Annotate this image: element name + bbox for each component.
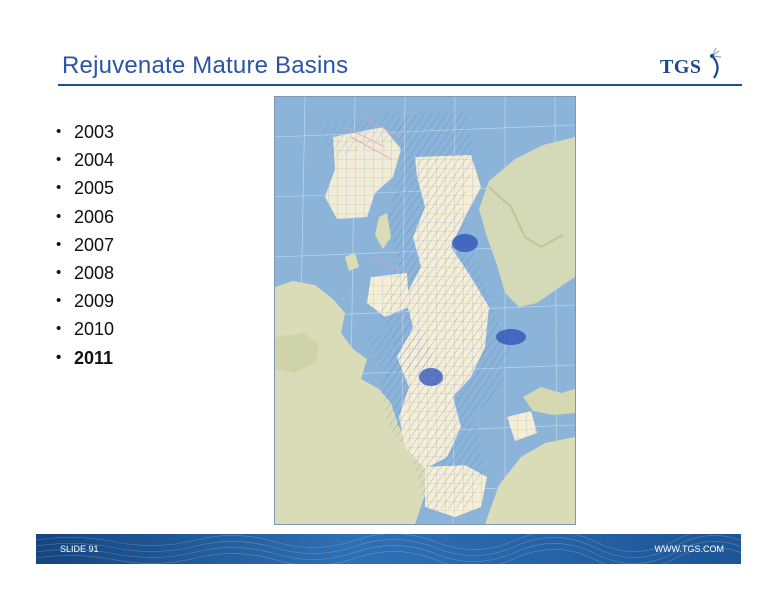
bullet-icon: •	[56, 123, 62, 141]
slide-number: SLIDE 91	[60, 544, 99, 554]
bullet-icon: •	[56, 235, 62, 253]
slide-title: Rejuvenate Mature Basins	[62, 52, 349, 79]
year-item: • 2003	[56, 118, 114, 146]
bullet-icon: •	[56, 151, 62, 169]
bullet-icon: •	[56, 292, 62, 310]
year-item: • 2010	[56, 315, 114, 343]
year-item: • 2007	[56, 231, 114, 259]
year-item: • 2005	[56, 174, 114, 202]
year-item: • 2004	[56, 146, 114, 174]
footer-bar: SLIDE 91 WWW.TGS.COM	[36, 534, 741, 564]
year-item: • 2009	[56, 287, 114, 315]
footer-wave-pattern	[36, 534, 741, 564]
survey-map-image	[275, 97, 575, 524]
bullet-icon: •	[56, 179, 62, 197]
year-list: • 2003 • 2004 • 2005 • 2006 • 2007 • 2008 • 200…	[56, 118, 114, 372]
bullet-icon: •	[56, 348, 62, 366]
bullet-icon: •	[56, 320, 62, 338]
year-item-current: • 2011	[56, 344, 114, 372]
logo-swoosh-icon	[710, 47, 722, 79]
website-link[interactable]: WWW.TGS.COM	[655, 544, 725, 554]
title-divider	[58, 84, 742, 86]
bullet-icon: •	[56, 264, 62, 282]
year-item: • 2008	[56, 259, 114, 287]
bullet-icon: •	[56, 207, 62, 225]
tgs-logo: TGS	[660, 46, 730, 82]
north-sea-survey-map	[274, 96, 576, 525]
year-item: • 2006	[56, 203, 114, 231]
